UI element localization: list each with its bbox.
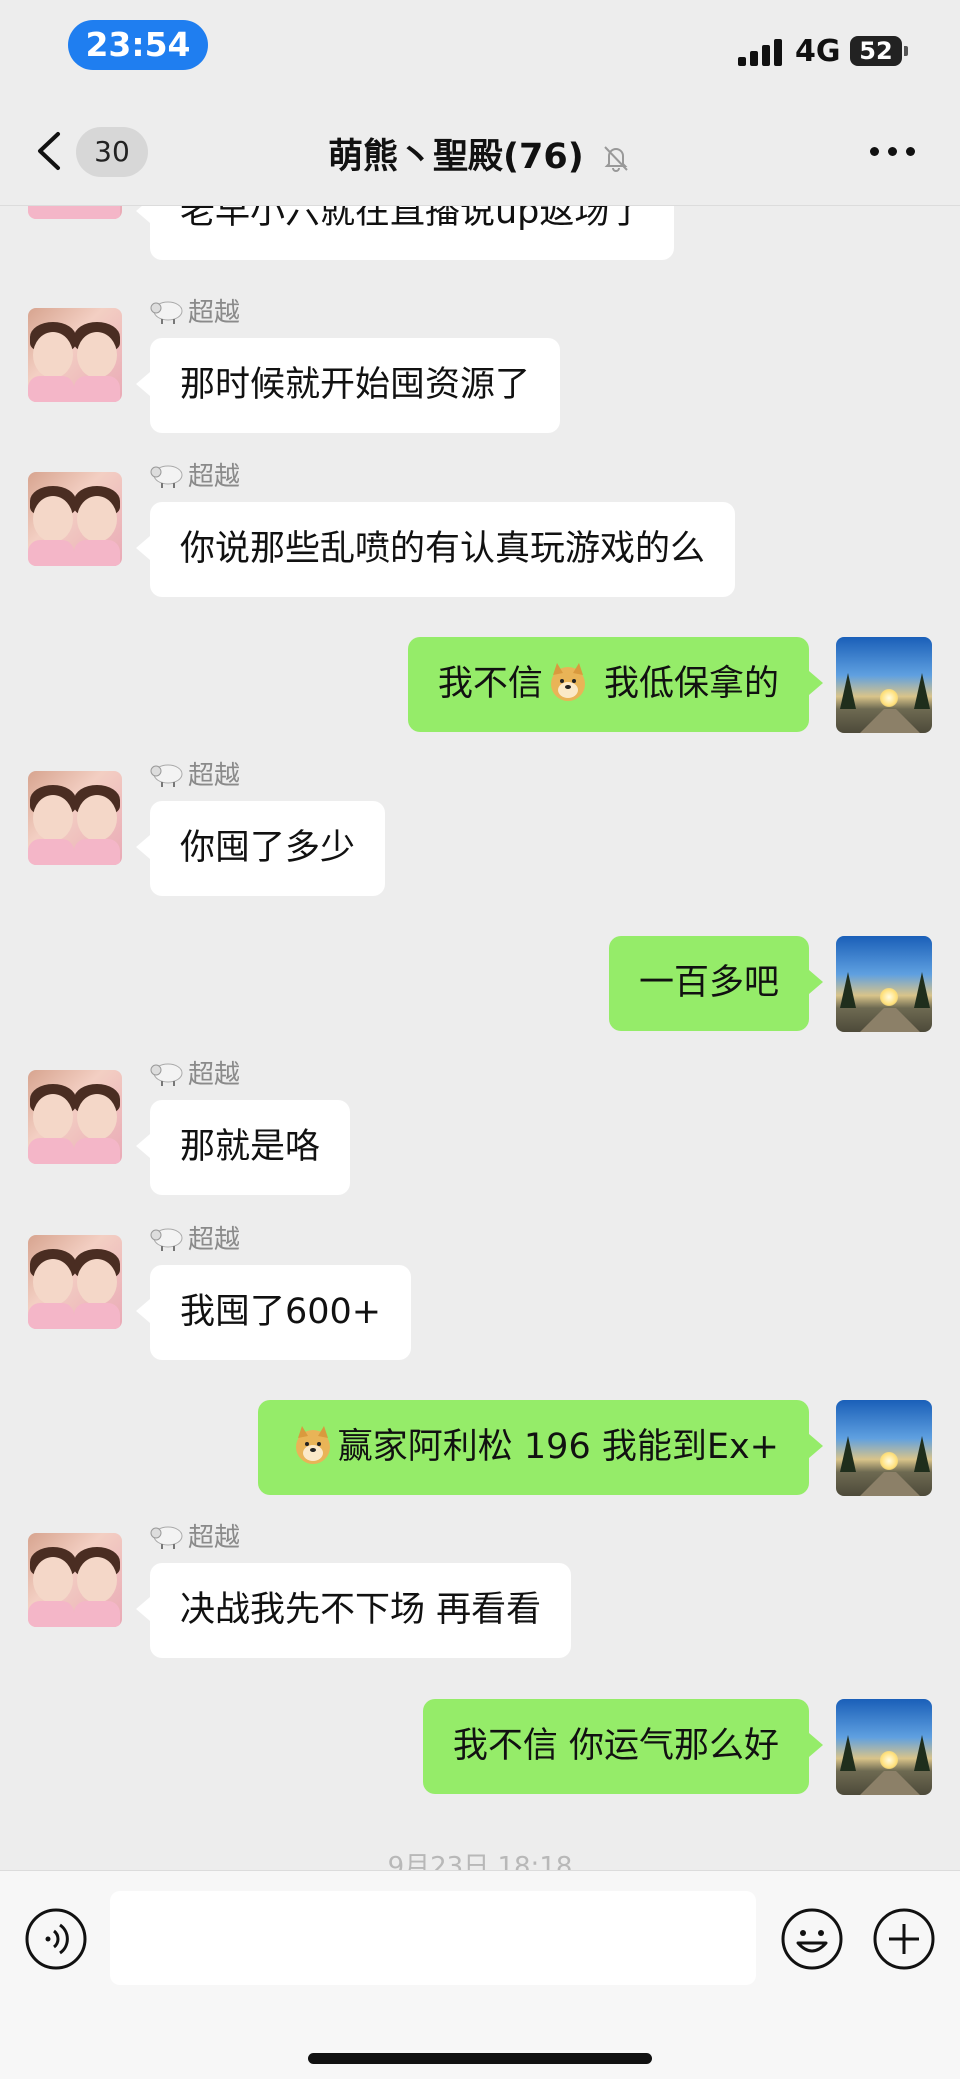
sender-name-text: 超越: [188, 298, 241, 328]
network-type: 4G: [795, 34, 841, 69]
message-text: 那时候就开始囤资源了: [180, 365, 531, 405]
sender-name: 超越: [150, 460, 240, 494]
avatar-self[interactable]: [836, 1699, 932, 1795]
avatar[interactable]: [28, 472, 122, 566]
sender-name: 超越: [150, 1223, 240, 1257]
message-text-after-emoji: 我低保拿的: [592, 664, 779, 704]
sheep-icon: [150, 1063, 183, 1086]
message-text-before-emoji: 我不信: [437, 664, 543, 704]
sheep-icon: [150, 1228, 183, 1251]
input-bar: [0, 1870, 960, 2079]
sender-name: 超越: [150, 1058, 240, 1092]
battery-level: 52: [859, 37, 893, 65]
message-text-after-emoji: 赢家阿利松 196 我能到Ex+: [337, 1427, 779, 1467]
message-bubble[interactable]: 那就是咯: [135, 1100, 351, 1195]
sender-name: 超越: [150, 759, 240, 793]
sender-name-text: 超越: [188, 462, 241, 492]
avatar[interactable]: [28, 771, 122, 865]
message-text: 你囤了多少: [180, 828, 356, 868]
avatar[interactable]: [28, 1070, 122, 1164]
message-input[interactable]: [110, 1891, 756, 1985]
sheep-icon: [150, 301, 183, 324]
avatar[interactable]: [28, 1533, 122, 1627]
chat-timestamp: 9月23日 18:18: [387, 1852, 573, 1870]
plus-icon[interactable]: [872, 1907, 936, 1971]
chat-title-wrap[interactable]: 萌熊丶聖殿(76): [0, 128, 960, 179]
doge-icon: [295, 1426, 330, 1464]
chat-header: 30 萌熊丶聖殿(76): [0, 100, 960, 206]
sheep-icon: [150, 764, 183, 787]
avatar-self[interactable]: [836, 637, 932, 733]
message-text: 决战我先不下场 再看看: [180, 1590, 542, 1630]
message-text: 那就是咯: [180, 1127, 321, 1167]
cellular-signal-icon: [738, 38, 782, 66]
message-bubble[interactable]: 我不信 你运气那么好: [422, 1699, 824, 1794]
message-text: 我囤了600+: [180, 1292, 382, 1332]
sender-name: 超越: [150, 296, 240, 330]
message-text: 一百多吧: [638, 963, 779, 1003]
sender-name: 超越: [150, 1521, 240, 1555]
message-bubble[interactable]: 赢家阿利松 196 我能到Ex+: [257, 1400, 824, 1495]
more-icon[interactable]: [870, 147, 916, 157]
message-bubble[interactable]: 决战我先不下场 再看看: [135, 1563, 572, 1658]
message-text: 我不信 你运气那么好: [452, 1726, 779, 1766]
message-bubble[interactable]: 那时候就开始囤资源了: [135, 338, 561, 433]
voice-icon[interactable]: [24, 1907, 88, 1971]
sheep-icon: [150, 465, 183, 488]
message-bubble[interactable]: 你囤了多少: [135, 801, 386, 896]
emoji-icon[interactable]: [780, 1907, 844, 1971]
sender-name-text: 超越: [188, 1225, 241, 1255]
sender-name-text: 超越: [188, 761, 241, 791]
mute-bell-icon: [604, 146, 628, 172]
message-text: 你说那些乱喷的有认真玩游戏的么: [180, 529, 706, 569]
status-time: 23:54: [68, 20, 208, 70]
status-bar: 23:54 4G 52: [0, 0, 960, 100]
chat-title: 萌熊丶聖殿(76): [328, 137, 584, 177]
message-bubble[interactable]: 一百多吧: [608, 936, 824, 1031]
avatar-self[interactable]: [836, 936, 932, 1032]
sheep-icon: [150, 1526, 183, 1549]
doge-icon: [550, 663, 585, 701]
home-indicator[interactable]: [308, 2053, 652, 2064]
battery-icon: 52: [850, 36, 908, 66]
avatar[interactable]: [28, 308, 122, 402]
message-bubble[interactable]: 我囤了600+: [135, 1265, 412, 1360]
sender-name-text: 超越: [188, 1523, 241, 1553]
message-bubble[interactable]: 我不信 我低保拿的: [407, 637, 824, 732]
avatar[interactable]: [28, 1235, 122, 1329]
message-bubble[interactable]: 你说那些乱喷的有认真玩游戏的么: [135, 502, 736, 597]
avatar-self[interactable]: [836, 1400, 932, 1496]
sender-name-text: 超越: [188, 1060, 241, 1090]
